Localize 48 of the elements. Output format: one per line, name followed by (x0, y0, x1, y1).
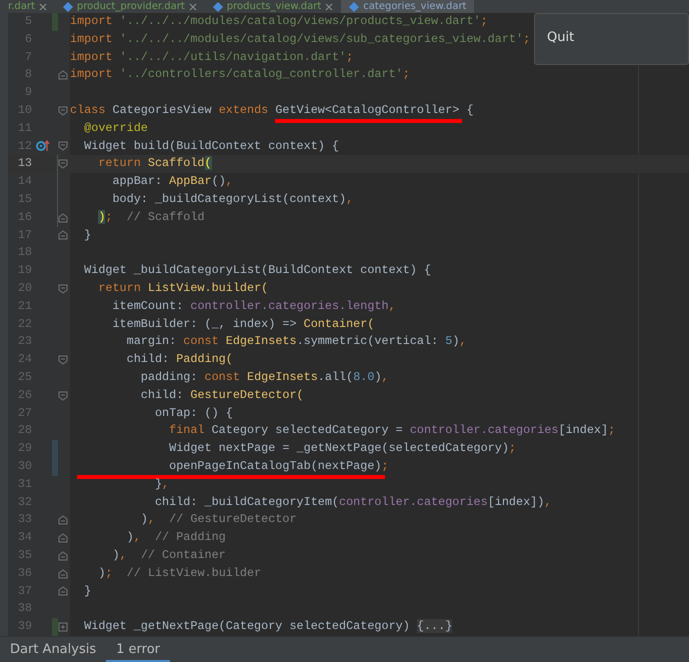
code-line: body: _buildCategoryList(context), (111, 190, 354, 208)
code-line: ); // ListView.builder (97, 564, 262, 582)
code-line: import '../../../modules/catalog/views/sub_categories_view.dart'; (69, 30, 530, 48)
tool-tab[interactable]: Dart Analysis (0, 637, 106, 662)
code-line: final Category selectedCategory = controller.categories[index]; (168, 422, 616, 440)
code-line: padding: const EdgeInsets.all(8.0), (140, 368, 389, 386)
code-line: ), // Container (111, 546, 226, 564)
code-line: Widget nextPage = _getNextPage(selectedCategory); (168, 440, 516, 458)
code-line: ), // GestureDetector (140, 511, 297, 528)
file-icon (62, 2, 73, 12)
code-line: } (83, 226, 92, 244)
close-icon (38, 2, 47, 10)
tab-label: categories_view.dart (363, 0, 466, 13)
code-line: import '../../../utils/navigation.dart'; (69, 48, 354, 66)
code-line: }, (154, 476, 170, 493)
code-line: @override (83, 120, 148, 137)
code-line: ); // Scaffold (97, 208, 205, 226)
code-line: itemCount: controller.categories.length, (111, 298, 396, 315)
code-line: onTap: () { (154, 404, 233, 422)
code-line: Widget _buildCategoryList(BuildContext context) { (83, 262, 432, 280)
file-icon (212, 2, 223, 12)
tab-label: products_view.dart (226, 0, 322, 13)
close-icon (188, 2, 197, 10)
code-line: } (83, 582, 92, 600)
editor-tab[interactable]: product_provider.dart (54, 0, 205, 13)
tool-tab[interactable]: 1 error (106, 637, 170, 662)
code-line: itemBuilder: (_, index) => Container( (111, 316, 374, 333)
code-line: import '../controllers/catalog_controller.dart'; (69, 66, 410, 84)
editor-tab[interactable]: categories_view.dart (341, 0, 474, 13)
tab-label: product_provider.dart (76, 0, 185, 13)
code-line: child: _buildCategoryItem(controller.categories[index]), (154, 494, 552, 511)
tab-label: r.dart (8, 0, 35, 13)
menu-item[interactable]: Quit (547, 26, 574, 50)
editor-tab[interactable]: r.dart (0, 0, 55, 13)
code-line: openPageInCatalogTab(nextPage); (68, 458, 389, 476)
file-icon (349, 2, 360, 12)
close-icon (325, 2, 334, 10)
editor-tab[interactable]: products_view.dart (204, 0, 342, 13)
code-line: child: GestureDetector( (140, 386, 304, 404)
code-line: return ListView.builder( (97, 280, 268, 297)
code-line: import '../../../modules/catalog/views/products_view.dart'; (69, 13, 488, 30)
line-number: 13 (16, 155, 33, 172)
code-line: ), // Padding (126, 529, 226, 546)
code-line: child: Padding( (126, 351, 233, 368)
code-line: class CategoriesView extends GetView<CatalogController> { (68, 102, 474, 120)
code-line: margin: const EdgeInsets.symmetric(vertical: 5), (126, 333, 467, 350)
code-line: Widget build(BuildContext context) { (83, 138, 340, 155)
code-line: appBar: AppBar(), (111, 173, 233, 190)
